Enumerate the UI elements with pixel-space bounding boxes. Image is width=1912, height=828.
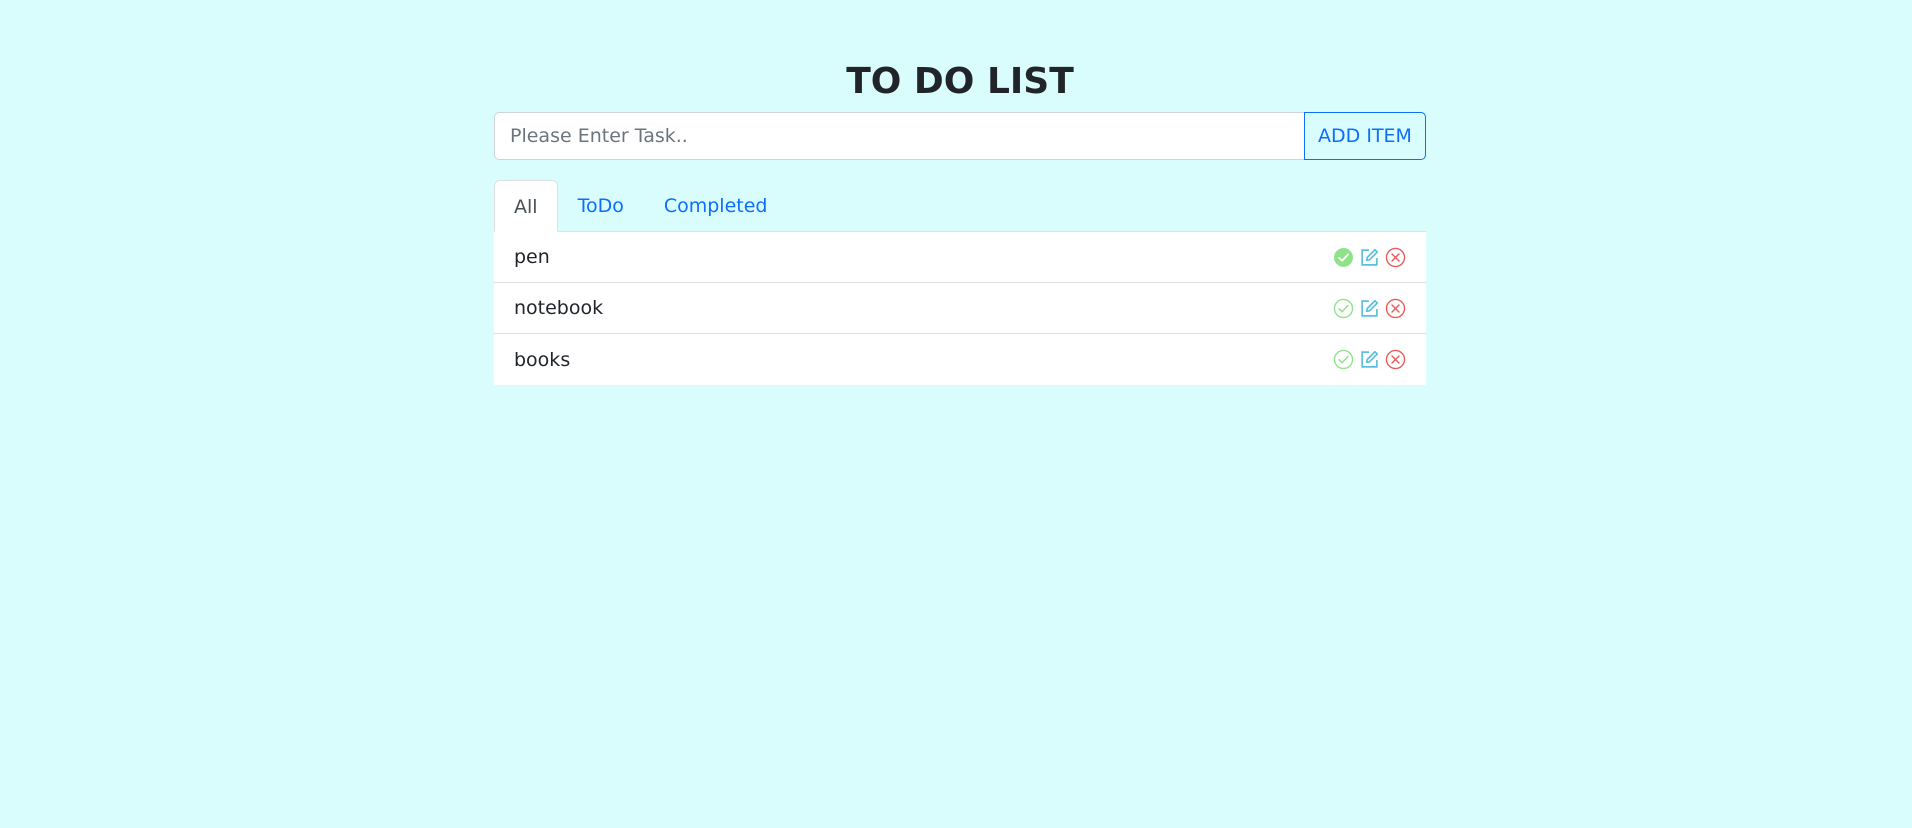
tab-completed[interactable]: Completed — [644, 180, 788, 232]
task-actions — [1333, 298, 1406, 319]
task-text: pen — [514, 246, 550, 268]
edit-icon[interactable] — [1359, 298, 1380, 319]
task-text: books — [514, 348, 571, 371]
page-title: TO DO LIST — [846, 61, 1074, 102]
task-actions — [1333, 349, 1406, 370]
list-item: books — [494, 334, 1426, 385]
list-item: notebook — [494, 283, 1426, 334]
edit-icon[interactable] — [1359, 349, 1380, 370]
edit-icon[interactable] — [1359, 247, 1380, 268]
x-circle-icon[interactable] — [1385, 349, 1406, 370]
task-input[interactable] — [494, 112, 1304, 160]
x-circle-icon[interactable] — [1385, 247, 1406, 268]
task-text: notebook — [514, 297, 604, 319]
x-circle-icon[interactable] — [1385, 298, 1406, 319]
add-task-form: ADD ITEM — [494, 112, 1426, 160]
task-actions — [1333, 247, 1406, 268]
tab-todo[interactable]: ToDo — [558, 180, 644, 232]
check-circle-icon[interactable] — [1333, 247, 1354, 268]
filter-tabs: All ToDo Completed — [494, 180, 1426, 232]
list-item: pen — [494, 232, 1426, 283]
add-item-button[interactable]: ADD ITEM — [1304, 112, 1426, 160]
check-circle-icon[interactable] — [1333, 349, 1354, 370]
check-circle-icon[interactable] — [1333, 298, 1354, 319]
tab-all[interactable]: All — [494, 180, 558, 232]
task-list: pen notebook books — [494, 232, 1426, 385]
